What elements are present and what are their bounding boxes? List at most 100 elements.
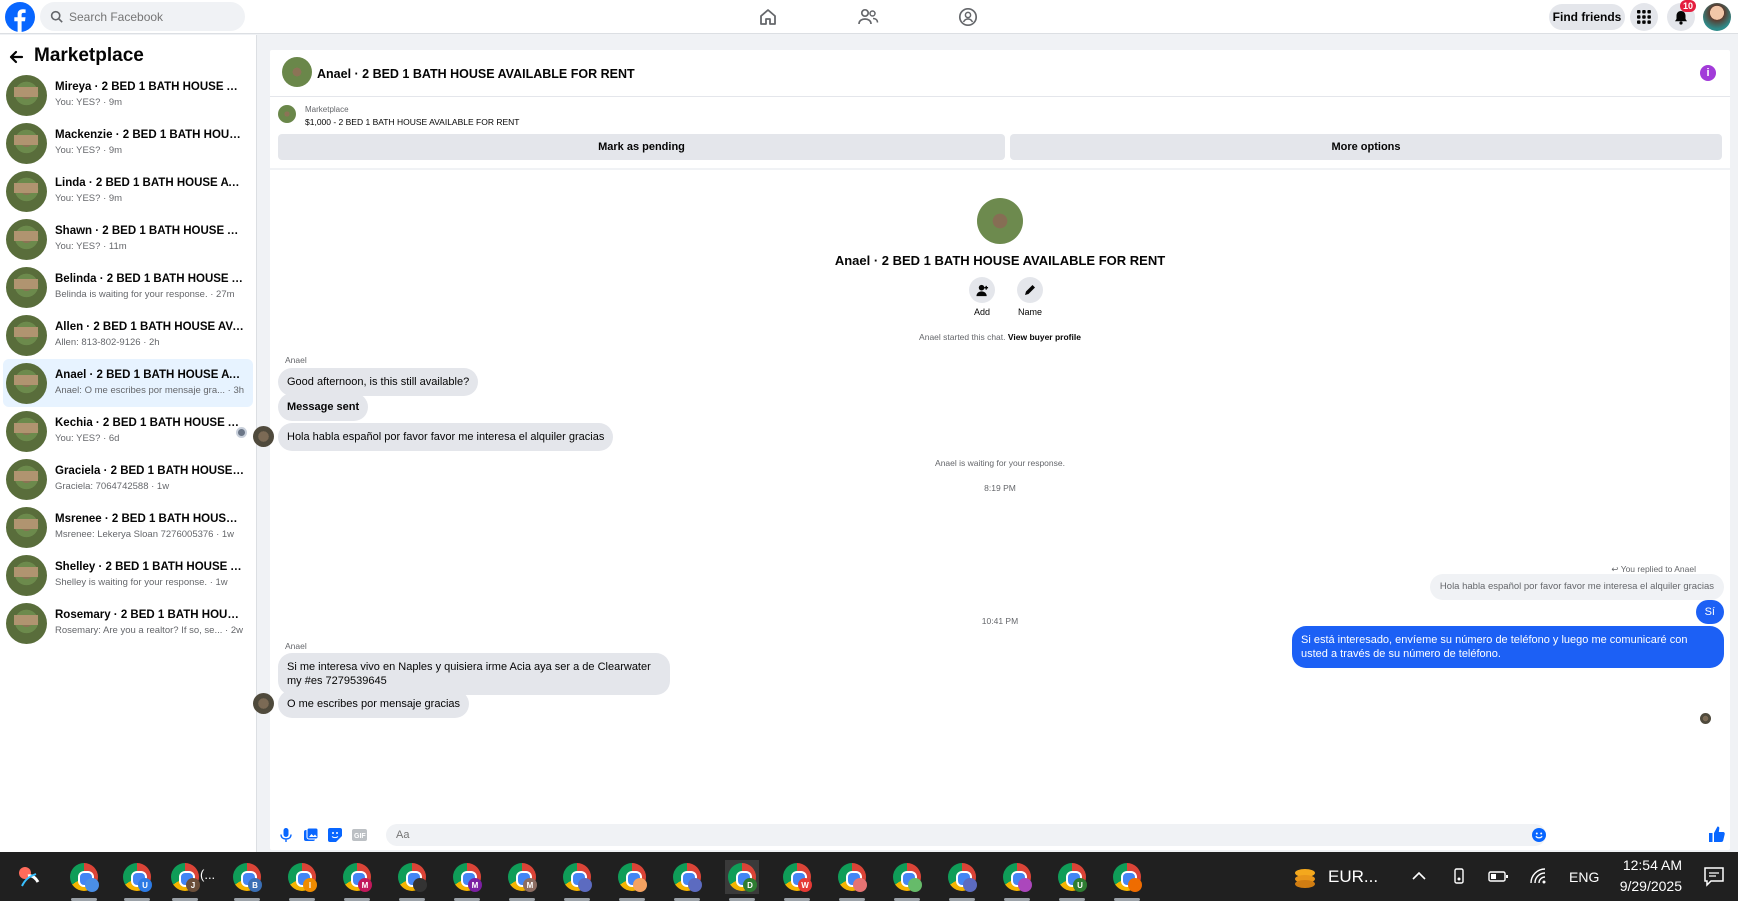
conversation-avatar — [6, 219, 47, 260]
conversation-name: Msrenee · 2 BED 1 BATH HOUSE A... — [55, 513, 245, 525]
chrome-window-icon[interactable] — [670, 860, 704, 901]
info-icon[interactable]: i — [1700, 65, 1716, 81]
chrome-window-icon[interactable]: W — [780, 860, 814, 901]
incoming-message[interactable]: Hola habla español por favor favor me in… — [278, 423, 614, 451]
search-box[interactable] — [40, 2, 245, 31]
seen-avatar — [1700, 713, 1711, 724]
groups-icon[interactable] — [946, 3, 990, 31]
conversation-item[interactable]: Mackenzie · 2 BED 1 BATH HOUSE ... You: Y… — [3, 119, 253, 167]
chrome-window-icon[interactable] — [1000, 860, 1034, 901]
chrome-window-icon[interactable]: M — [505, 860, 539, 901]
conversation-item[interactable]: Allen · 2 BED 1 BATH HOUSE AVAIL... Allen… — [3, 311, 253, 359]
conversation-item[interactable]: Shelley · 2 BED 1 BATH HOUSE AV... Shelle… — [3, 551, 253, 599]
marketplace-inbox-sidebar: Marketplace Mireya · 2 BED 1 BATH HOUSE … — [0, 35, 257, 852]
chrome-window-icon[interactable] — [395, 860, 429, 901]
conversation-item[interactable]: Belinda · 2 BED 1 BATH HOUSE AV... Belind… — [3, 263, 253, 311]
windows-taskbar: U J B I M M M D W U (... EUR... ENG 12:54 AM 9/29/… — [0, 852, 1738, 901]
incoming-message[interactable]: Message sent — [278, 393, 369, 421]
sender-avatar — [253, 426, 274, 447]
incoming-message[interactable]: Good afternoon, is this still available? — [278, 368, 479, 396]
weather-widget-text[interactable]: EUR... — [1328, 867, 1378, 887]
chevron-up-icon[interactable] — [1410, 867, 1428, 885]
message-input[interactable] — [386, 824, 1546, 846]
chrome-window-icon[interactable] — [890, 860, 924, 901]
profile-badge: M — [358, 878, 372, 892]
language-indicator[interactable]: ENG — [1569, 869, 1599, 885]
chrome-window-icon[interactable] — [67, 860, 101, 901]
conversation-avatar — [6, 459, 47, 500]
profile-avatar[interactable] — [977, 198, 1023, 244]
listing-name[interactable]: $1,000 - 2 BED 1 BATH HOUSE AVAILABLE FO… — [305, 117, 519, 127]
conversation-item[interactable]: Msrenee · 2 BED 1 BATH HOUSE A... Msrenee… — [3, 503, 253, 551]
quoted-message[interactable]: Hola habla español por favor favor me in… — [1429, 574, 1724, 600]
name-label: Name — [1017, 307, 1042, 317]
facebook-logo[interactable] — [5, 2, 35, 32]
conversation-item[interactable]: Mireya · 2 BED 1 BATH HOUSE AVA... You: Y… — [3, 71, 253, 119]
home-icon[interactable] — [746, 3, 790, 31]
conversation-name: Linda · 2 BED 1 BATH HOUSE AVAI... — [55, 177, 245, 189]
chrome-window-icon[interactable] — [560, 860, 594, 901]
divider — [270, 168, 1730, 170]
chrome-window-icon[interactable] — [835, 860, 869, 901]
chrome-window-icon[interactable]: I — [285, 860, 319, 901]
conversation-item[interactable]: Graciela · 2 BED 1 BATH HOUSE AV... Graci… — [3, 455, 253, 503]
like-thumb-icon[interactable] — [1709, 826, 1725, 842]
chrome-window-icon[interactable]: U — [1055, 860, 1089, 901]
conversation-item[interactable]: Anael · 2 BED 1 BATH HOUSE AVAI... Anael:… — [3, 359, 253, 407]
apps-menu-icon[interactable] — [1630, 3, 1658, 31]
add-label: Add — [973, 307, 990, 317]
chrome-window-icon[interactable] — [945, 860, 979, 901]
listing-thumbnail[interactable] — [278, 105, 296, 123]
more-options-button[interactable]: More options — [1010, 134, 1722, 160]
find-friends-button[interactable]: Find friends — [1549, 4, 1625, 30]
conversation-item[interactable]: Shawn · 2 BED 1 BATH HOUSE AVA... You: YE… — [3, 215, 253, 263]
notification-center-icon[interactable] — [1703, 865, 1725, 887]
waiting-notice: Anael is waiting for your response. — [935, 458, 1065, 468]
incoming-message[interactable]: O me escribes por mensaje gracias — [278, 690, 470, 718]
device-icon[interactable] — [1450, 867, 1468, 885]
microphone-icon[interactable] — [280, 828, 292, 842]
outgoing-message[interactable]: Si está interesado, envíeme su número de… — [1292, 626, 1724, 668]
chrome-window-icon[interactable]: B — [230, 860, 264, 901]
chrome-window-icon[interactable] — [615, 860, 649, 901]
incoming-message[interactable]: Si me interesa vivo en Naples y quisiera… — [278, 653, 670, 695]
add-person-icon[interactable] — [969, 277, 995, 303]
chrome-window-icon[interactable]: J — [168, 860, 202, 901]
conversation-name: Shelley · 2 BED 1 BATH HOUSE AV... — [55, 561, 245, 573]
chrome-window-icon[interactable]: M — [450, 860, 484, 901]
back-arrow-icon[interactable] — [8, 49, 24, 65]
chrome-window-icon[interactable]: M — [340, 860, 374, 901]
conversation-preview: Msrenee: Lekerya Sloan 7276005376 · 1w — [55, 529, 235, 540]
account-avatar[interactable] — [1703, 3, 1731, 31]
conversation-avatar — [6, 315, 47, 356]
profile-badge: M — [468, 878, 482, 892]
chrome-window-icon[interactable] — [1110, 860, 1144, 901]
conversation-item[interactable]: Linda · 2 BED 1 BATH HOUSE AVAI... You: Y… — [3, 167, 253, 215]
sticker-icon[interactable] — [328, 828, 342, 842]
photo-icon[interactable] — [304, 828, 318, 842]
friends-icon[interactable] — [846, 3, 890, 31]
pinned-app-icon[interactable] — [12, 860, 46, 894]
listing-avatar[interactable] — [282, 57, 312, 87]
battery-icon[interactable] — [1488, 867, 1508, 885]
outgoing-message[interactable]: Sí — [1695, 600, 1724, 624]
wifi-icon[interactable] — [1529, 867, 1549, 885]
mark-as-pending-button[interactable]: Mark as pending — [278, 134, 1005, 160]
name-action[interactable]: Name — [1013, 277, 1047, 317]
weather-icon[interactable] — [1288, 860, 1322, 894]
view-buyer-profile-link[interactable]: View buyer profile — [1008, 332, 1081, 342]
conversation-item[interactable]: Rosemary · 2 BED 1 BATH HOUSE ... Rosemar… — [3, 599, 253, 647]
clock-time[interactable]: 12:54 AM — [1612, 857, 1682, 873]
chrome-window-icon[interactable]: U — [120, 860, 154, 901]
conversation-preview: You: YES? · 9m — [55, 97, 123, 108]
add-action[interactable]: Add — [965, 277, 999, 317]
pencil-icon[interactable] — [1017, 277, 1043, 303]
search-input[interactable] — [69, 9, 229, 24]
emoji-icon[interactable] — [1532, 828, 1546, 842]
conversation-item[interactable]: Kechia · 2 BED 1 BATH HOUSE A... You: YES… — [3, 407, 253, 455]
chat-panel: Anael · 2 BED 1 BATH HOUSE AVAILABLE FOR… — [253, 50, 1730, 850]
clock-date[interactable]: 9/29/2025 — [1612, 878, 1682, 894]
chrome-window-icon[interactable]: D — [725, 860, 759, 901]
gif-icon[interactable]: GIF — [352, 828, 367, 842]
chat-title[interactable]: Anael · 2 BED 1 BATH HOUSE AVAILABLE FOR… — [317, 67, 635, 81]
